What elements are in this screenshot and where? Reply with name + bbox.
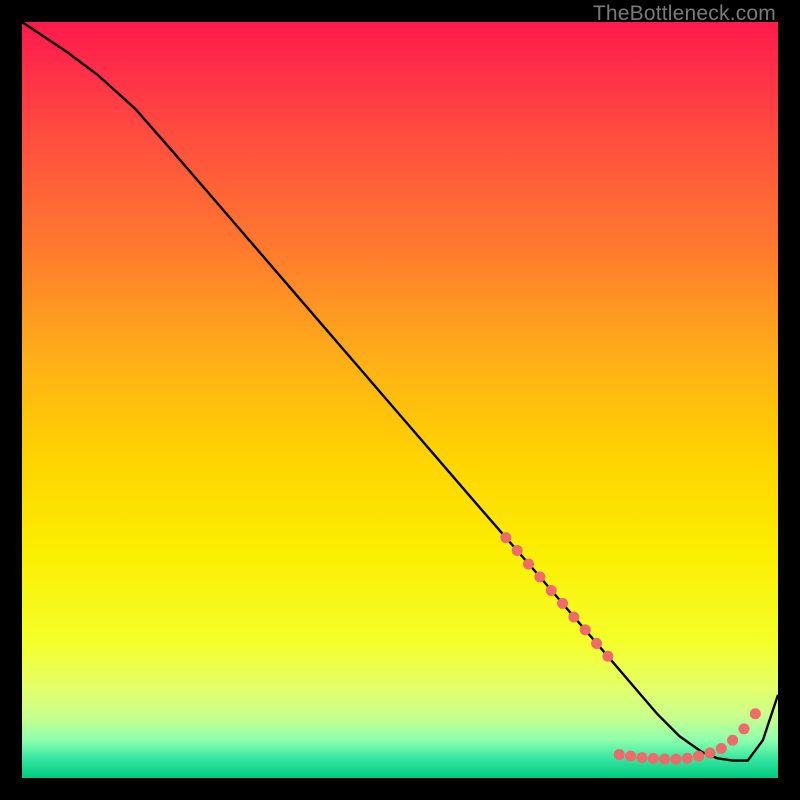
highlight-dot — [568, 611, 579, 622]
highlight-dot — [591, 638, 602, 649]
highlight-dot — [580, 624, 591, 635]
highlight-dot — [682, 753, 693, 764]
chart-frame — [22, 22, 778, 778]
highlight-dot — [693, 751, 704, 762]
highlight-dot — [738, 723, 749, 734]
highlight-dot — [659, 754, 670, 765]
highlight-dot — [546, 585, 557, 596]
highlight-dot — [614, 749, 625, 760]
highlight-dot — [500, 532, 511, 543]
highlight-dot — [670, 754, 681, 765]
highlight-dot — [557, 598, 568, 609]
highlight-dot — [716, 743, 727, 754]
highlight-dot — [523, 559, 534, 570]
highlight-dot — [602, 651, 613, 662]
bottleneck-chart — [22, 22, 778, 778]
highlight-dot — [636, 752, 647, 763]
highlight-dot — [727, 735, 738, 746]
highlight-dot — [512, 545, 523, 556]
chart-background — [22, 22, 778, 778]
highlight-dot — [648, 753, 659, 764]
highlight-dot — [625, 751, 636, 762]
highlight-dot — [534, 571, 545, 582]
highlight-dot — [704, 748, 715, 759]
highlight-dot — [750, 708, 761, 719]
